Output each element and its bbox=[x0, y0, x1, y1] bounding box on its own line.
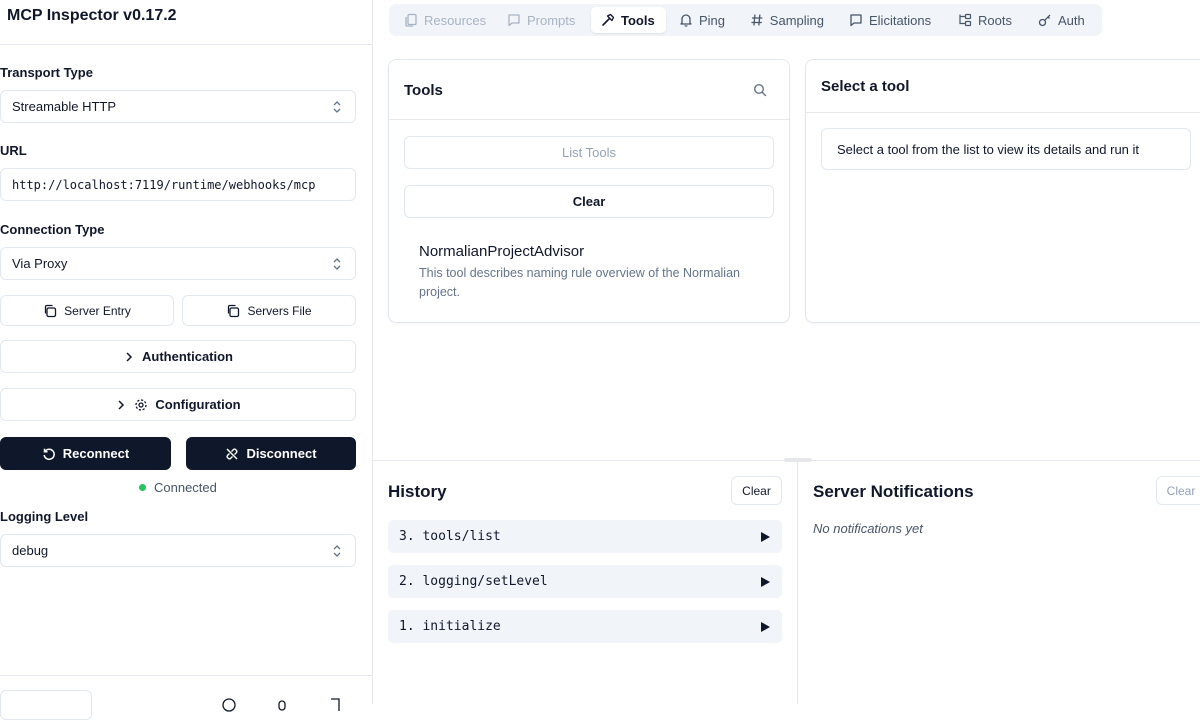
message-square-icon bbox=[850, 14, 862, 27]
status-dot bbox=[139, 484, 146, 491]
folder-tree-icon bbox=[959, 13, 972, 27]
history-item-label: 2. logging/setLevel bbox=[399, 574, 548, 589]
history-item-label: 3. tools/list bbox=[399, 529, 501, 544]
authentication-label: Authentication bbox=[142, 349, 233, 364]
tool-item-name[interactable]: NormalianProjectAdvisor bbox=[419, 243, 584, 260]
copy-icon bbox=[228, 304, 240, 317]
server-entry-label: Server Entry bbox=[64, 303, 131, 318]
server-entry-button[interactable]: Server Entry bbox=[0, 295, 174, 326]
tab-label: Auth bbox=[1058, 12, 1085, 28]
transport-type-label: Transport Type bbox=[0, 65, 93, 80]
history-item-label: 1. initialize bbox=[399, 619, 501, 634]
chevron-right-icon bbox=[126, 351, 133, 362]
history-item[interactable]: 1. initialize bbox=[388, 610, 782, 643]
message-icon bbox=[508, 14, 520, 27]
logging-level-select[interactable]: debug bbox=[0, 534, 356, 567]
tab-label: Roots bbox=[978, 12, 1012, 28]
tab-auth[interactable]: Auth bbox=[1028, 7, 1096, 33]
connection-type-value: Via Proxy bbox=[12, 256, 68, 271]
reconnect-button[interactable]: Reconnect bbox=[0, 437, 171, 470]
history-clear-button[interactable]: Clear bbox=[731, 476, 782, 505]
divider bbox=[806, 112, 1200, 113]
select-tool-message: Select a tool from the list to view its … bbox=[821, 128, 1191, 170]
tab-bar: Resources Prompts Tools Ping Sampling El… bbox=[389, 4, 1102, 36]
rotate-ccw-icon bbox=[43, 448, 55, 460]
footer-button[interactable] bbox=[0, 690, 92, 720]
notifications-clear-button[interactable]: Clear bbox=[1156, 476, 1200, 505]
reconnect-label: Reconnect bbox=[62, 446, 130, 461]
gear-icon bbox=[135, 398, 148, 411]
servers-file-label: Servers File bbox=[247, 303, 312, 318]
tool-item-description: This tool describes naming rule overview… bbox=[419, 266, 740, 299]
github-icon[interactable] bbox=[328, 698, 342, 712]
tab-label: Tools bbox=[621, 12, 655, 28]
tab-elicitations[interactable]: Elicitations bbox=[839, 7, 943, 33]
tab-label: Elicitations bbox=[869, 12, 932, 28]
play-icon bbox=[761, 622, 770, 632]
tab-label: Prompts bbox=[527, 12, 576, 28]
chevrons-up-down-icon bbox=[333, 101, 341, 113]
url-input[interactable]: http://localhost:7119/runtime/webhooks/m… bbox=[0, 168, 356, 201]
key-icon bbox=[1038, 14, 1051, 27]
connection-type-select[interactable]: Via Proxy bbox=[0, 247, 356, 280]
play-icon bbox=[761, 577, 770, 587]
history-item[interactable]: 2. logging/setLevel bbox=[388, 565, 782, 598]
search-icon[interactable] bbox=[753, 83, 767, 97]
status-text: Connected bbox=[154, 480, 217, 495]
bell-icon bbox=[680, 14, 692, 27]
transport-type-select[interactable]: Streamable HTTP bbox=[0, 90, 356, 123]
no-notifications-text: No notifications yet bbox=[813, 521, 923, 536]
tools-panel: Tools List Tools Clear NormalianProjectA… bbox=[388, 59, 790, 323]
chevrons-up-down-icon bbox=[333, 258, 341, 270]
hammer-icon bbox=[602, 13, 615, 26]
tab-label: Ping bbox=[698, 12, 725, 28]
authentication-toggle[interactable]: Authentication bbox=[0, 340, 356, 373]
notifications-title: Server Notifications bbox=[813, 482, 974, 501]
sidebar: MCP Inspector v0.17.2 Transport Type Str… bbox=[0, 0, 373, 720]
tab-sampling[interactable]: Sampling bbox=[740, 7, 834, 33]
unplug-icon bbox=[226, 447, 239, 460]
tool-detail-title: Select a tool bbox=[821, 78, 910, 95]
hash-icon bbox=[751, 14, 763, 26]
tab-resources[interactable]: Resources bbox=[394, 7, 497, 33]
disconnect-button[interactable]: Disconnect bbox=[186, 437, 356, 470]
logging-level-value: debug bbox=[12, 543, 49, 558]
configuration-label: Configuration bbox=[155, 397, 241, 412]
bug-icon[interactable] bbox=[275, 698, 289, 712]
divider bbox=[797, 461, 798, 704]
disconnect-label: Disconnect bbox=[246, 446, 317, 461]
tab-label: Resources bbox=[424, 12, 487, 28]
configuration-toggle[interactable]: Configuration bbox=[0, 388, 356, 421]
files-icon bbox=[405, 13, 417, 27]
divider bbox=[389, 119, 789, 120]
copy-icon bbox=[45, 304, 57, 317]
help-icon[interactable] bbox=[222, 698, 236, 712]
play-icon bbox=[761, 532, 770, 542]
clear-tools-button[interactable]: Clear bbox=[404, 185, 774, 218]
tool-detail-panel: Select a tool Select a tool from the lis… bbox=[805, 59, 1200, 323]
url-label: URL bbox=[0, 143, 27, 158]
tools-panel-title: Tools bbox=[404, 82, 443, 99]
history-title: History bbox=[388, 482, 447, 501]
resize-handle[interactable] bbox=[784, 458, 812, 462]
history-item[interactable]: 3. tools/list bbox=[388, 520, 782, 553]
tab-tools[interactable]: Tools bbox=[591, 7, 666, 33]
transport-type-value: Streamable HTTP bbox=[12, 99, 117, 114]
logging-level-label: Logging Level bbox=[0, 509, 89, 524]
divider bbox=[0, 44, 372, 45]
list-tools-button[interactable]: List Tools bbox=[404, 136, 774, 169]
connection-type-label: Connection Type bbox=[0, 222, 105, 237]
chevrons-up-down-icon bbox=[333, 545, 341, 557]
tab-label: Sampling bbox=[769, 12, 824, 28]
app-title: MCP Inspector v0.17.2 bbox=[7, 7, 177, 24]
divider bbox=[0, 675, 372, 676]
tab-roots[interactable]: Roots bbox=[948, 7, 1022, 33]
servers-file-button[interactable]: Servers File bbox=[182, 295, 356, 326]
connection-status: Connected bbox=[139, 480, 217, 495]
tab-prompts[interactable]: Prompts bbox=[497, 7, 587, 33]
chevron-right-icon bbox=[118, 399, 125, 410]
tab-ping[interactable]: Ping bbox=[669, 7, 735, 33]
